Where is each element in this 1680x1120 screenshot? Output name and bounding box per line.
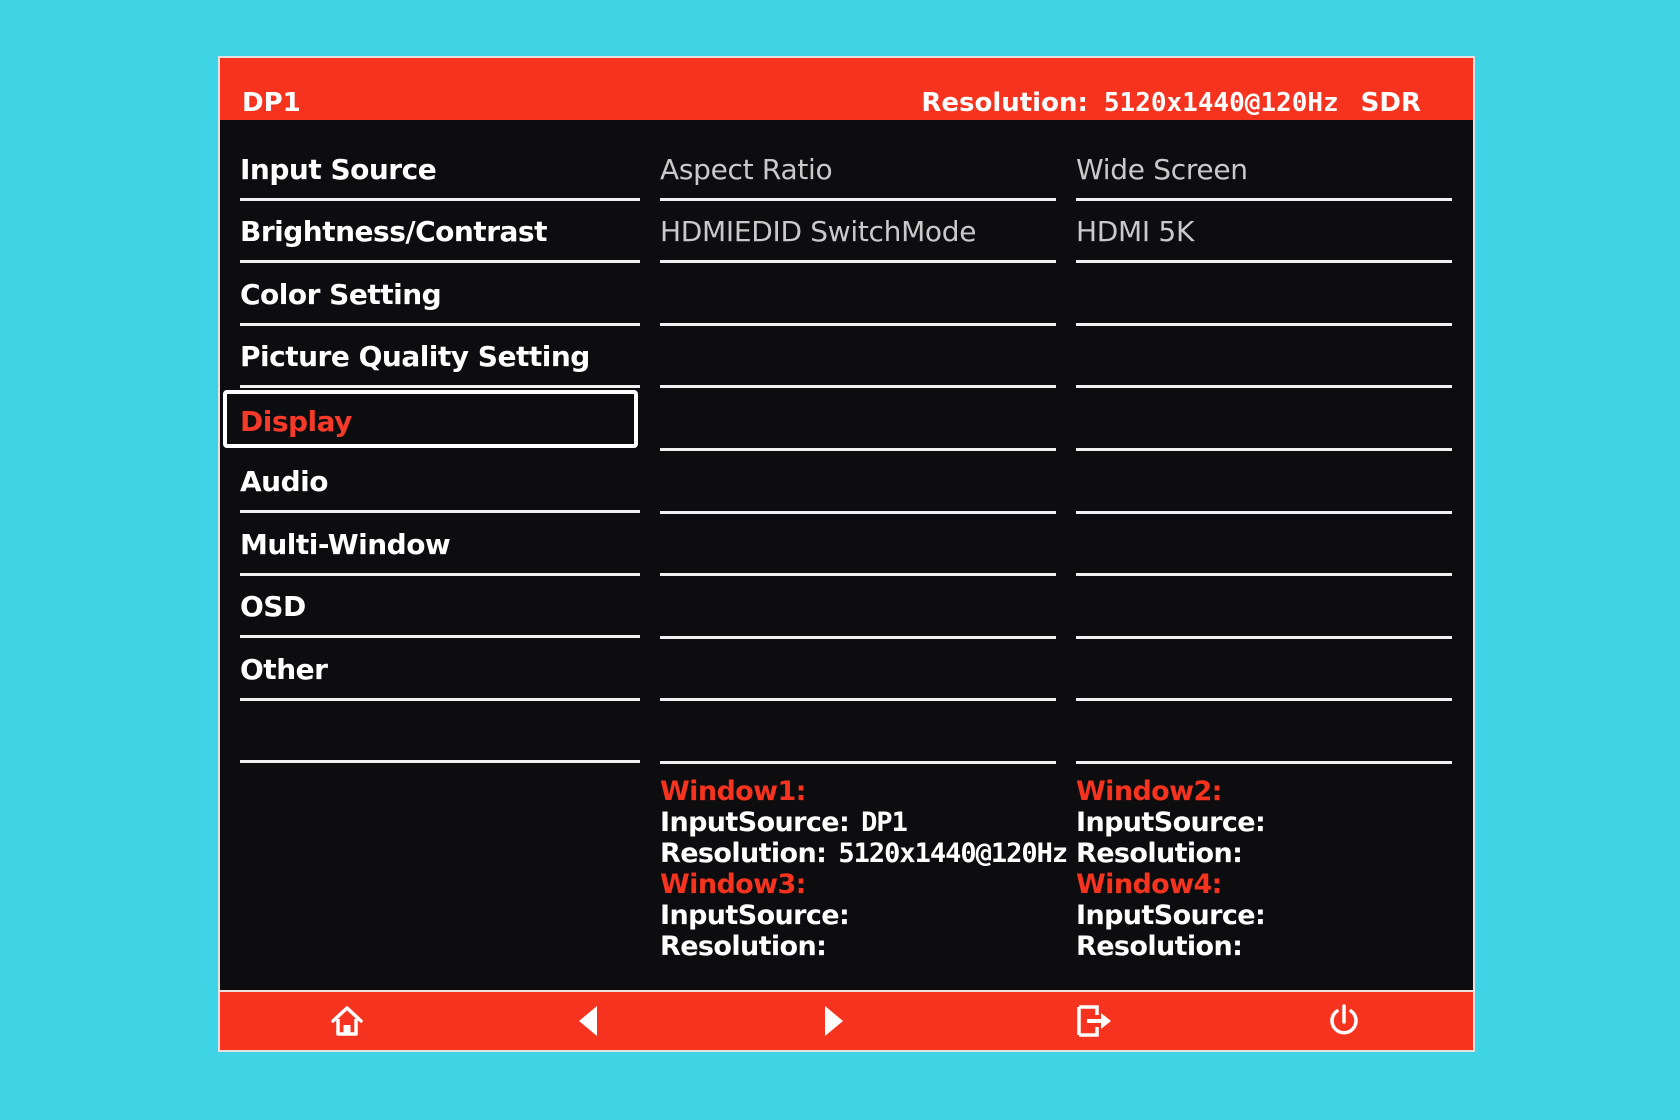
value-aspect-ratio[interactable]: Wide Screen [1076, 138, 1452, 201]
window2-res-label: Resolution: [1076, 838, 1243, 869]
window1-res-label: Resolution: [660, 838, 827, 869]
resolution-label: Resolution: [921, 88, 1088, 118]
value-hdmi-edid[interactable]: HDMI 5K [1076, 201, 1452, 264]
home-icon [331, 1006, 363, 1036]
window4-input-label: InputSource: [1076, 900, 1266, 931]
menu-item-picture-quality[interactable]: Picture Quality Setting [240, 326, 640, 389]
window1-resolution: Resolution: 5120x1440@120Hz [660, 838, 1068, 869]
right-arrow-icon [825, 1006, 843, 1036]
window3-resolution: Resolution: [660, 931, 1067, 962]
menu-item-multi-window[interactable]: Multi-Window [240, 513, 640, 576]
menu-item-display[interactable]: Display [223, 390, 638, 449]
left-arrow-icon [579, 1006, 597, 1036]
window4-input: InputSource: [1076, 900, 1266, 931]
menu-item-label: Multi-Window [240, 527, 451, 561]
menu-item-label: Input Source [240, 152, 437, 186]
window3-title: Window3: [660, 869, 806, 900]
submenu-item-label: HDMIEDID SwitchMode [660, 215, 977, 249]
menu-item-label: Audio [240, 464, 328, 498]
left-button[interactable] [568, 1000, 610, 1042]
submenu-item-value: HDMI 5K [1076, 215, 1195, 249]
window4-resolution: Resolution: [1076, 931, 1265, 962]
menu-item-label: OSD [240, 590, 306, 624]
menu-item-input-source[interactable]: Input Source [240, 138, 640, 201]
menu-item-color-setting[interactable]: Color Setting [240, 263, 640, 326]
menu-item-label: Color Setting [240, 277, 442, 311]
window2-title: Window2: [1076, 776, 1222, 807]
menu-item-osd[interactable]: OSD [240, 576, 640, 639]
resolution-value: 5120x1440@120Hz [1103, 88, 1339, 118]
current-input: DP1 [242, 88, 301, 118]
window2-input: InputSource: [1076, 807, 1266, 838]
submenu-empty-row [660, 576, 1056, 639]
submenu-item-aspect-ratio[interactable]: Aspect Ratio [660, 138, 1056, 201]
menu-item-label: Other [240, 652, 328, 686]
window2-input-label: InputSource: [1076, 807, 1266, 838]
menu-item-brightness-contrast[interactable]: Brightness/Contrast [240, 201, 640, 264]
submenu-values: Wide Screen HDMI 5K [1076, 138, 1452, 764]
menu-item-label: Brightness/Contrast [240, 215, 547, 249]
submenu-empty-row [660, 451, 1056, 514]
value-empty-row [1076, 639, 1452, 702]
power-button[interactable] [1323, 1000, 1365, 1042]
value-empty-row [1076, 451, 1452, 514]
exit-button[interactable] [1074, 1000, 1116, 1042]
value-empty-row [1076, 326, 1452, 389]
submenu-item-label: Aspect Ratio [660, 152, 833, 186]
submenu-empty-row [660, 263, 1056, 326]
power-icon [1330, 1004, 1358, 1035]
value-empty-row [1076, 263, 1452, 326]
dynamic-range: SDR [1360, 88, 1421, 118]
osd-menu: DP1 Resolution: 5120x1440@120Hz SDR Input … [220, 58, 1473, 1050]
submenu: Aspect Ratio HDMIEDID SwitchMode [660, 138, 1056, 764]
window3-res-label: Resolution: [660, 931, 827, 962]
window3-input-label: InputSource: [660, 900, 850, 931]
menu-item-other[interactable]: Other [240, 638, 640, 701]
window1-title: Window1: [660, 776, 806, 807]
menu-item-label: Display [240, 405, 352, 439]
window4-res-label: Resolution: [1076, 931, 1243, 962]
submenu-empty-row [660, 388, 1056, 451]
window2-resolution: Resolution: [1076, 838, 1265, 869]
resolution-readout: Resolution: 5120x1440@120Hz SDR [921, 88, 1421, 118]
window1-input-label: InputSource: [660, 807, 850, 838]
submenu-item-value: Wide Screen [1076, 152, 1248, 186]
control-bar [220, 990, 1473, 1050]
exit-icon [1077, 1005, 1111, 1037]
status-bar: DP1 Resolution: 5120x1440@120Hz SDR [220, 58, 1473, 120]
right-button[interactable] [812, 1000, 854, 1042]
window1-input: InputSource: DP1 [660, 807, 1067, 838]
menu-item-empty [240, 701, 640, 764]
menu-item-label: Picture Quality Setting [240, 340, 590, 374]
value-empty-row [1076, 388, 1452, 451]
submenu-empty-row [660, 701, 1056, 764]
window4-title: Window4: [1076, 869, 1222, 900]
submenu-empty-row [660, 326, 1056, 389]
window-info-left: Window1: InputSource: DP1 Resolution: 5120… [660, 776, 1068, 962]
main-menu: Input Source Brightness/Contrast Color S… [223, 138, 640, 764]
window1-res-value: 5120x1440@120Hz [838, 838, 1068, 869]
submenu-empty-row [660, 639, 1056, 702]
window-info-right: Window2: InputSource: Resolution: Window… [1076, 776, 1266, 962]
value-empty-row [1076, 701, 1452, 764]
submenu-item-hdmi-edid[interactable]: HDMIEDID SwitchMode [660, 201, 1056, 264]
value-empty-row [1076, 514, 1452, 577]
home-button[interactable] [326, 1000, 368, 1042]
window1-input-value: DP1 [861, 807, 908, 838]
value-empty-row [1076, 576, 1452, 639]
menu-item-audio[interactable]: Audio [240, 450, 640, 513]
submenu-empty-row [660, 514, 1056, 577]
window3-input: InputSource: [660, 900, 1067, 931]
